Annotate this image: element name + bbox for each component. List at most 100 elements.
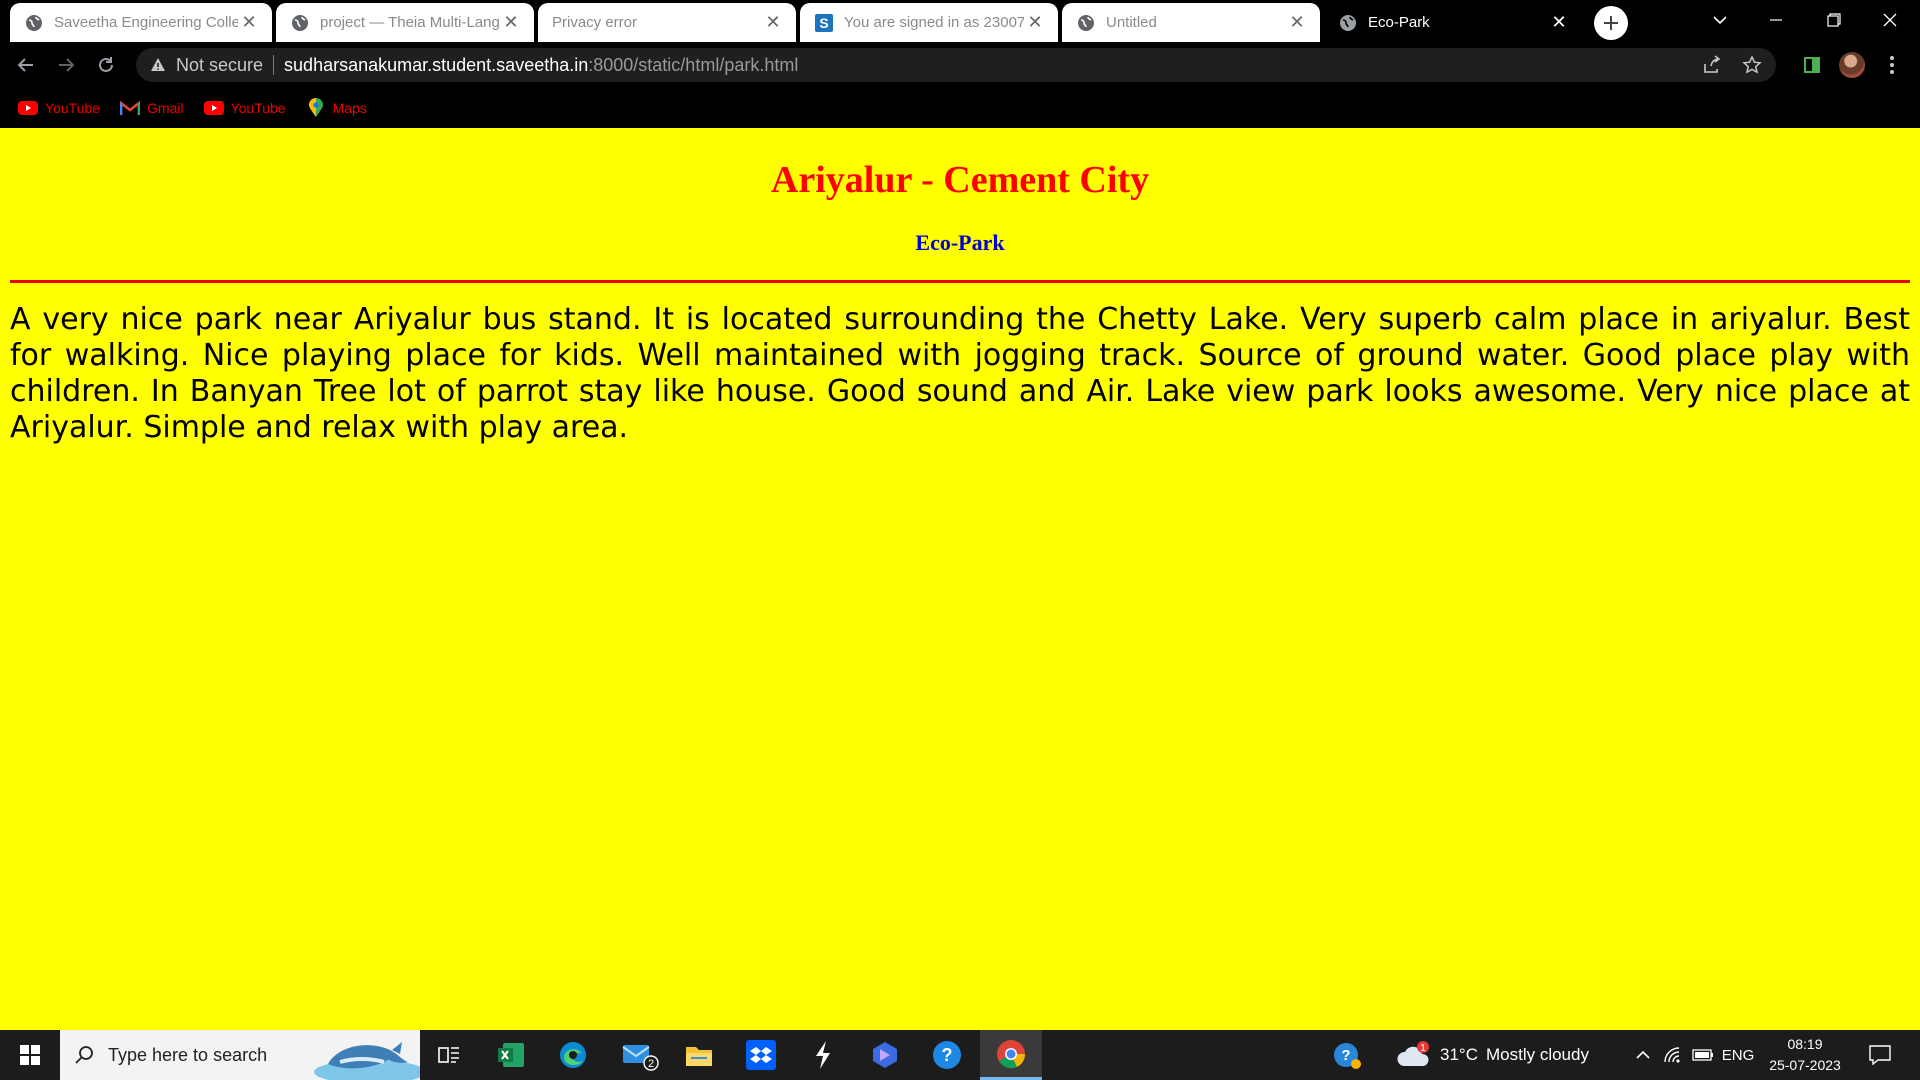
browser-menu-button[interactable]: [1876, 49, 1908, 81]
dropbox-app[interactable]: [732, 1030, 790, 1080]
star-icon: [1742, 55, 1762, 74]
weather-alert-badge: 1: [1420, 1043, 1426, 1054]
file-explorer-app[interactable]: [670, 1030, 728, 1080]
search-icon: [75, 1046, 93, 1064]
notifications-button[interactable]: [1852, 1030, 1908, 1080]
tab-strip: Saveetha Engineering Colle ✕ project — T…: [0, 0, 1920, 42]
gmail-icon: [120, 98, 141, 118]
svg-text:S: S: [819, 15, 828, 31]
tab-close-icon[interactable]: ✕: [1024, 12, 1046, 34]
tab-title: project — Theia Multi-Lang: [320, 14, 500, 31]
svg-text:?: ?: [942, 1045, 953, 1065]
tab-untitled[interactable]: Untitled ✕: [1062, 3, 1320, 42]
browser-toolbar: Not secure sudharsanakumar.student.savee…: [0, 42, 1920, 88]
chevron-down-icon: [1713, 16, 1727, 25]
tab-title: Eco-Park: [1368, 14, 1430, 31]
windows-taskbar: Type here to search 2 ? ? 1 31°C Mostly …: [0, 1030, 1920, 1080]
bookmark-label: YouTube: [45, 100, 101, 116]
share-icon: [1704, 55, 1721, 73]
security-label[interactable]: Not secure: [176, 55, 263, 76]
bookmark-maps[interactable]: Maps: [306, 98, 367, 118]
forward-button[interactable]: [50, 49, 82, 81]
tab-search-button[interactable]: [1692, 0, 1748, 40]
minimize-icon: [1770, 19, 1782, 21]
bookmark-star-button[interactable]: [1736, 48, 1768, 82]
help-app[interactable]: ?: [918, 1030, 976, 1080]
folder-icon: [686, 1047, 712, 1066]
share-button[interactable]: [1696, 48, 1728, 82]
tab-close-icon[interactable]: ✕: [500, 12, 522, 34]
battery-button[interactable]: [1688, 1030, 1718, 1080]
mail-badge: 2: [648, 1058, 654, 1070]
mail-app[interactable]: 2: [612, 1030, 670, 1080]
taskbar-search[interactable]: Type here to search: [60, 1030, 420, 1080]
language-indicator[interactable]: ENG: [1718, 1030, 1758, 1080]
tab-title: Untitled: [1106, 14, 1157, 31]
task-view-button[interactable]: [420, 1030, 478, 1080]
tab-close-icon[interactable]: ✕: [1548, 12, 1570, 34]
bookmarks-bar: YouTube Gmail YouTube Maps: [0, 88, 1920, 128]
clock-date: 25-07-2023: [1769, 1057, 1841, 1073]
maps-icon: [306, 98, 326, 118]
close-window-button[interactable]: [1862, 0, 1918, 40]
globe-icon: [1338, 13, 1358, 33]
tab-saveetha[interactable]: Saveetha Engineering Colle ✕: [10, 3, 272, 42]
more-vert-icon: [1890, 56, 1894, 74]
windows-logo-icon: [20, 1045, 40, 1065]
help-icon: ?: [1334, 1043, 1361, 1069]
app-bolt[interactable]: [794, 1030, 852, 1080]
help-icon: ?: [933, 1041, 961, 1069]
bookmark-label: Maps: [332, 100, 367, 116]
tab-close-icon[interactable]: ✕: [238, 12, 260, 34]
wifi-icon: [1664, 1047, 1680, 1063]
address-separator: [273, 55, 275, 75]
warning-icon: [151, 58, 165, 71]
divider: [10, 280, 1910, 283]
notification-icon: [1869, 1045, 1891, 1065]
web-page: Ariyalur - Cement City Eco-Park A very n…: [0, 128, 1920, 1030]
back-button[interactable]: [10, 49, 42, 81]
show-hidden-icons-button[interactable]: [1628, 1030, 1658, 1080]
profile-button[interactable]: [1836, 49, 1868, 81]
bookmark-youtube-2[interactable]: YouTube: [203, 98, 286, 118]
tab-close-icon[interactable]: ✕: [1286, 12, 1308, 34]
search-placeholder: Type here to search: [108, 1044, 268, 1065]
arrow-left-icon: [17, 58, 33, 72]
battery-icon: [1692, 1049, 1713, 1061]
tab-title: You are signed in as 23007: [844, 14, 1024, 31]
new-tab-button[interactable]: [1594, 6, 1628, 40]
chevron-up-icon: [1636, 1050, 1650, 1059]
bookmark-label: Gmail: [147, 100, 184, 116]
weather-widget[interactable]: 1 31°C Mostly cloudy: [1396, 1030, 1612, 1080]
minimize-button[interactable]: [1748, 0, 1804, 40]
close-icon: [1883, 13, 1897, 27]
tab-close-icon[interactable]: ✕: [762, 12, 784, 34]
language-label: ENG: [1721, 1046, 1755, 1064]
side-panel-button[interactable]: [1796, 49, 1828, 81]
tab-signed-in[interactable]: S You are signed in as 23007 ✕: [800, 3, 1058, 42]
edge-app[interactable]: [544, 1030, 602, 1080]
tab-eco-park[interactable]: Eco-Park ✕: [1324, 3, 1582, 42]
network-button[interactable]: [1658, 1030, 1688, 1080]
start-button[interactable]: [0, 1030, 60, 1080]
bookmark-gmail[interactable]: Gmail: [120, 98, 184, 118]
globe-icon: [1076, 13, 1096, 33]
tab-privacy-error[interactable]: Privacy error ✕: [538, 3, 796, 42]
page-description: A very nice park near Ariyalur bus stand…: [10, 302, 1910, 445]
chrome-icon: [997, 1039, 1026, 1068]
help-tray-button[interactable]: ?: [1318, 1030, 1376, 1080]
address-bar[interactable]: Not secure sudharsanakumar.student.savee…: [136, 48, 1776, 82]
restore-button[interactable]: [1806, 0, 1862, 40]
chrome-app[interactable]: [980, 1030, 1042, 1080]
clock[interactable]: 08:19 25-07-2023: [1762, 1034, 1848, 1076]
bookmark-youtube[interactable]: YouTube: [18, 98, 100, 118]
weather-condition: Mostly cloudy: [1485, 1045, 1589, 1064]
reload-button[interactable]: [90, 49, 122, 81]
app-power-automate[interactable]: [856, 1030, 914, 1080]
tab-theia[interactable]: project — Theia Multi-Lang ✕: [276, 3, 534, 42]
lightning-icon: [816, 1041, 830, 1069]
page-title: Ariyalur - Cement City: [770, 159, 1150, 201]
tab-title: Privacy error: [552, 14, 638, 31]
task-view-icon: [438, 1047, 459, 1063]
excel-app[interactable]: [482, 1030, 540, 1080]
